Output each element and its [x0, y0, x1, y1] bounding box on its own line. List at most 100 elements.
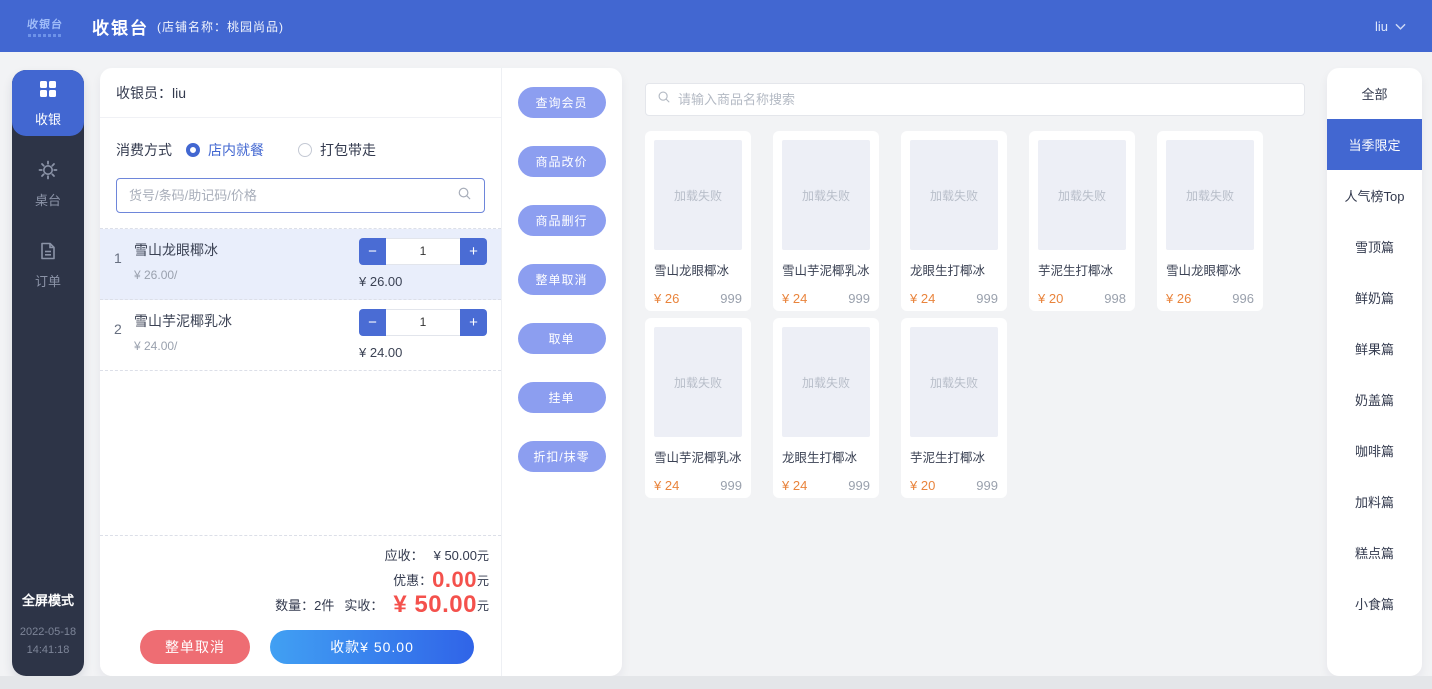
current-time: 14:41:18: [12, 641, 84, 660]
current-date: 2022-05-18: [12, 623, 84, 642]
cart-item-name: 雪山芋泥椰乳冰: [134, 311, 359, 331]
category-item[interactable]: 加料篇: [1327, 476, 1422, 527]
category-item[interactable]: 当季限定: [1327, 119, 1422, 170]
app-logo-decoration: [28, 34, 62, 37]
cancel-order-button[interactable]: 整单取消: [140, 630, 250, 664]
quick-action-button[interactable]: 商品改价: [518, 146, 606, 177]
plus-button[interactable]: +: [460, 309, 487, 336]
product-name: 雪山芋泥椰乳冰: [782, 260, 870, 279]
product-card[interactable]: 加载失败 雪山龙眼椰冰 ¥ 26 996: [1157, 131, 1263, 311]
category-label: 糕点篇: [1355, 543, 1394, 562]
quick-action-button[interactable]: 折扣/抹零: [518, 441, 606, 472]
cart-summary-section: 应收：¥ 50.00元 优惠：0.00元 数量：2件实收：¥ 50.00元 整单…: [100, 535, 501, 676]
quick-action-button[interactable]: 商品删行: [518, 205, 606, 236]
category-item[interactable]: 雪顶篇: [1327, 221, 1422, 272]
sidebar-item-label: 订单: [35, 271, 61, 290]
due-unit: 元: [477, 549, 489, 563]
product-stock: 999: [848, 291, 870, 306]
summary-discount-line: 优惠：0.00元: [114, 568, 489, 593]
product-card[interactable]: 加载失败 雪山芋泥椰乳冰 ¥ 24 999: [773, 131, 879, 311]
load-failed-text: 加载失败: [802, 187, 850, 204]
product-grid: 加载失败 雪山龙眼椰冰 ¥ 26 999 加载失败 雪山芋泥椰乳冰 ¥ 24 9…: [645, 131, 1307, 498]
quick-action-button[interactable]: 查询会员: [518, 87, 606, 118]
category-item[interactable]: 人气榜Top: [1327, 170, 1422, 221]
qty-value: 2件: [314, 598, 334, 613]
sidebar-item-label: 收银: [35, 109, 61, 128]
sidebar-item-orders[interactable]: 订单: [12, 232, 84, 298]
received-value: ¥ 50.00: [393, 591, 477, 618]
category-label: 奶盖篇: [1355, 390, 1394, 409]
category-item[interactable]: 鲜奶篇: [1327, 272, 1422, 323]
sidebar-item-tables[interactable]: 桌台: [12, 151, 84, 217]
cart-item-row[interactable]: 2 雪山芋泥椰乳冰 ¥ 24.00/ − 1 + ¥ 24.00: [100, 300, 501, 371]
plus-button[interactable]: +: [460, 238, 487, 265]
store-name-subtitle: (店铺名称：桃园尚品): [157, 18, 284, 35]
pos-screen: 收银台 收银台 (店铺名称：桃园尚品) liu 收银 桌台: [0, 0, 1432, 689]
consume-mode-label: 消费方式: [116, 140, 172, 160]
product-search-input[interactable]: [678, 92, 1293, 107]
category-item[interactable]: 糕点篇: [1327, 527, 1422, 578]
gear-icon: [38, 160, 58, 183]
product-card[interactable]: 加载失败 芋泥生打椰冰 ¥ 20 998: [1029, 131, 1135, 311]
category-item[interactable]: 全部: [1327, 68, 1422, 119]
minus-button[interactable]: −: [359, 238, 386, 265]
cart-item-total: ¥ 24.00: [359, 345, 487, 360]
product-stock: 999: [720, 291, 742, 306]
category-item[interactable]: 奶盖篇: [1327, 374, 1422, 425]
workspace-panel: 收银员：liu 消费方式 店内就餐 打包带走: [100, 68, 622, 676]
product-name: 芋泥生打椰冰: [1038, 260, 1126, 279]
product-card[interactable]: 加载失败 龙眼生打椰冰 ¥ 24 999: [773, 318, 879, 498]
minus-button[interactable]: −: [359, 309, 386, 336]
category-item[interactable]: 鲜果篇: [1327, 323, 1422, 374]
load-failed-text: 加载失败: [802, 374, 850, 391]
quantity-stepper: − 1 +: [359, 309, 487, 336]
search-icon[interactable]: [457, 186, 472, 206]
product-card[interactable]: 加载失败 芋泥生打椰冰 ¥ 20 999: [901, 318, 1007, 498]
product-image-placeholder: 加载失败: [910, 140, 998, 250]
quick-action-button[interactable]: 整单取消: [518, 264, 606, 295]
summary-due-line: 应收：¥ 50.00元: [114, 544, 489, 568]
qty-label: 数量：: [275, 598, 314, 613]
discount-label: 优惠：: [393, 573, 432, 588]
cart-item-name: 雪山龙眼椰冰: [134, 240, 359, 260]
category-item[interactable]: 小食篇: [1327, 578, 1422, 629]
grid-icon: [38, 79, 58, 102]
received-unit: 元: [477, 599, 489, 613]
app-logo: 收银台: [22, 16, 68, 37]
quantity-value[interactable]: 1: [386, 238, 460, 265]
sidebar-item-cashier[interactable]: 收银: [12, 70, 84, 136]
fullscreen-mode-button[interactable]: 全屏模式: [12, 590, 84, 609]
user-menu[interactable]: liu: [1375, 19, 1406, 34]
product-card[interactable]: 加载失败 雪山龙眼椰冰 ¥ 26 999: [645, 131, 751, 311]
cart-item-total: ¥ 26.00: [359, 274, 487, 289]
product-search-box: [645, 83, 1305, 116]
app-logo-text: 收银台: [21, 16, 69, 32]
due-label: 应收：: [385, 548, 424, 563]
product-name: 雪山龙眼椰冰: [654, 260, 742, 279]
quantity-value[interactable]: 1: [386, 309, 460, 336]
quick-action-button[interactable]: 挂单: [518, 382, 606, 413]
cart-item-unit-price: ¥ 24.00/: [134, 339, 359, 353]
radio-takeaway[interactable]: 打包带走: [298, 140, 376, 160]
radio-label: 店内就餐: [208, 140, 264, 160]
product-card[interactable]: 加载失败 龙眼生打椰冰 ¥ 24 999: [901, 131, 1007, 311]
checkout-button[interactable]: 收款¥ 50.00: [270, 630, 474, 664]
radio-dine-in[interactable]: 店内就餐: [186, 140, 264, 160]
category-item[interactable]: 咖啡篇: [1327, 425, 1422, 476]
product-image-placeholder: 加载失败: [654, 327, 742, 437]
product-image-placeholder: 加载失败: [782, 327, 870, 437]
cashier-label: 收银员：: [116, 85, 172, 101]
product-name: 芋泥生打椰冰: [910, 447, 998, 466]
quick-action-button[interactable]: 取单: [518, 323, 606, 354]
cart-item-row[interactable]: 1 雪山龙眼椰冰 ¥ 26.00/ − 1 + ¥ 26.00: [100, 229, 501, 300]
product-stock: 998: [1104, 291, 1126, 306]
barcode-search-input[interactable]: [129, 188, 457, 203]
discount-unit: 元: [477, 574, 489, 588]
product-name: 龙眼生打椰冰: [910, 260, 998, 279]
product-stock: 999: [976, 291, 998, 306]
product-card[interactable]: 加载失败 雪山芋泥椰乳冰 ¥ 24 999: [645, 318, 751, 498]
product-stock: 996: [1232, 291, 1254, 306]
cart-panel: 收银员：liu 消费方式 店内就餐 打包带走: [100, 68, 502, 676]
sidebar-footer: 全屏模式 2022-05-18 14:41:18: [12, 590, 84, 660]
cashier-row: 收银员：liu: [100, 68, 501, 118]
